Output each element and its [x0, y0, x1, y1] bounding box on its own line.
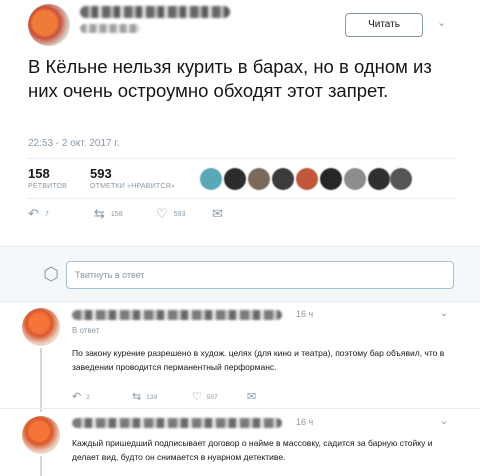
- reply-text: Каждый пришедший подписывает договор о н…: [72, 438, 433, 462]
- liker-avatar[interactable]: [272, 168, 294, 190]
- chevron-down-icon[interactable]: ⌄: [437, 16, 451, 30]
- reply-time[interactable]: 16 ч: [296, 417, 313, 427]
- follow-button[interactable]: Читать: [345, 13, 423, 37]
- reply-icon: ↶: [28, 206, 39, 221]
- envelope-icon: ✉: [247, 391, 257, 403]
- reply-to-label: В ответ: [72, 326, 100, 335]
- divider: [0, 408, 480, 409]
- retweet-icon: ⇆: [94, 206, 105, 221]
- divider: [28, 158, 456, 159]
- reply-composer: ⬡ Твитнуть в ответ: [0, 246, 480, 302]
- tweet-actions: ↶ 7 ⇆ 158 ♡ 593 ✉: [28, 206, 288, 224]
- reply-avatar[interactable]: [22, 308, 60, 346]
- reply-count: 7: [44, 211, 49, 219]
- like-button[interactable]: ♡ 593: [156, 206, 185, 222]
- reply-input[interactable]: Твитнуть в ответ: [66, 261, 454, 289]
- tweet-text: В Кёльне нельзя курить в барах, но в одн…: [28, 56, 432, 101]
- chevron-down-icon[interactable]: ⌄: [440, 308, 448, 319]
- author-handle-redacted: [80, 24, 140, 33]
- main-tweet: Читать ⌄ В Кёльне нельзя курить в барах,…: [0, 0, 480, 240]
- retweet-button[interactable]: ⇆ 158: [94, 206, 123, 222]
- liker-avatar[interactable]: [224, 168, 246, 190]
- reply-to-prefix: В ответ: [72, 326, 100, 335]
- reply-count: 2: [86, 393, 90, 401]
- liker-avatar[interactable]: [296, 168, 318, 190]
- reply-icon: ↶: [72, 391, 82, 403]
- divider: [28, 198, 456, 199]
- reply-author-redacted[interactable]: [72, 418, 282, 428]
- like-button[interactable]: ♡ 507: [192, 390, 218, 403]
- like-stat[interactable]: 593 ОТМЕТКИ «НРАВИТСЯ»: [90, 166, 175, 190]
- heart-icon: ♡: [156, 206, 168, 221]
- liker-avatar[interactable]: [248, 168, 270, 190]
- reply-time[interactable]: 16 ч: [296, 309, 313, 319]
- retweet-icon: ⇆: [132, 391, 142, 403]
- retweet-stat[interactable]: 158 РЕТВИТОВ: [28, 166, 67, 190]
- heart-icon: ♡: [192, 391, 202, 403]
- author-name-redacted[interactable]: [80, 6, 230, 18]
- thread-line: [40, 348, 42, 412]
- liker-avatar[interactable]: [368, 168, 390, 190]
- liker-avatars: [200, 168, 412, 192]
- envelope-icon: ✉: [212, 206, 223, 221]
- retweet-count: 139: [146, 393, 158, 401]
- reply-avatar[interactable]: [22, 416, 60, 454]
- like-count: 507: [206, 393, 218, 401]
- reply-button[interactable]: ↶ 2: [72, 390, 90, 403]
- retweet-label: РЕТВИТОВ: [28, 183, 67, 190]
- liker-avatar[interactable]: [344, 168, 366, 190]
- like-action-count: 593: [173, 211, 186, 219]
- reply-button[interactable]: ↶ 7: [28, 206, 49, 222]
- thread-line: [40, 456, 42, 476]
- like-label: ОТМЕТКИ «НРАВИТСЯ»: [90, 183, 175, 190]
- tweet-timestamp[interactable]: 22:53 - 2 окт. 2017 г.: [28, 138, 120, 149]
- retweet-action-count: 158: [110, 211, 123, 219]
- liker-avatar[interactable]: [320, 168, 342, 190]
- author-avatar[interactable]: [28, 4, 70, 46]
- cube-icon: ⬡: [43, 264, 59, 284]
- chevron-down-icon[interactable]: ⌄: [440, 416, 448, 427]
- dm-button[interactable]: ✉: [247, 390, 256, 403]
- reply-actions: ↶ 2 ⇆ 139 ♡ 507 ✉: [72, 390, 272, 404]
- reply-text: По закону курение разрешено в худож. цел…: [72, 348, 445, 372]
- reply-author-redacted[interactable]: [72, 310, 282, 320]
- liker-avatar[interactable]: [200, 168, 222, 190]
- retweet-button[interactable]: ⇆ 139: [132, 390, 157, 403]
- liker-avatar[interactable]: [390, 168, 412, 190]
- dm-button[interactable]: ✉: [212, 206, 223, 222]
- like-count: 593: [90, 166, 112, 181]
- retweet-count: 158: [28, 166, 50, 181]
